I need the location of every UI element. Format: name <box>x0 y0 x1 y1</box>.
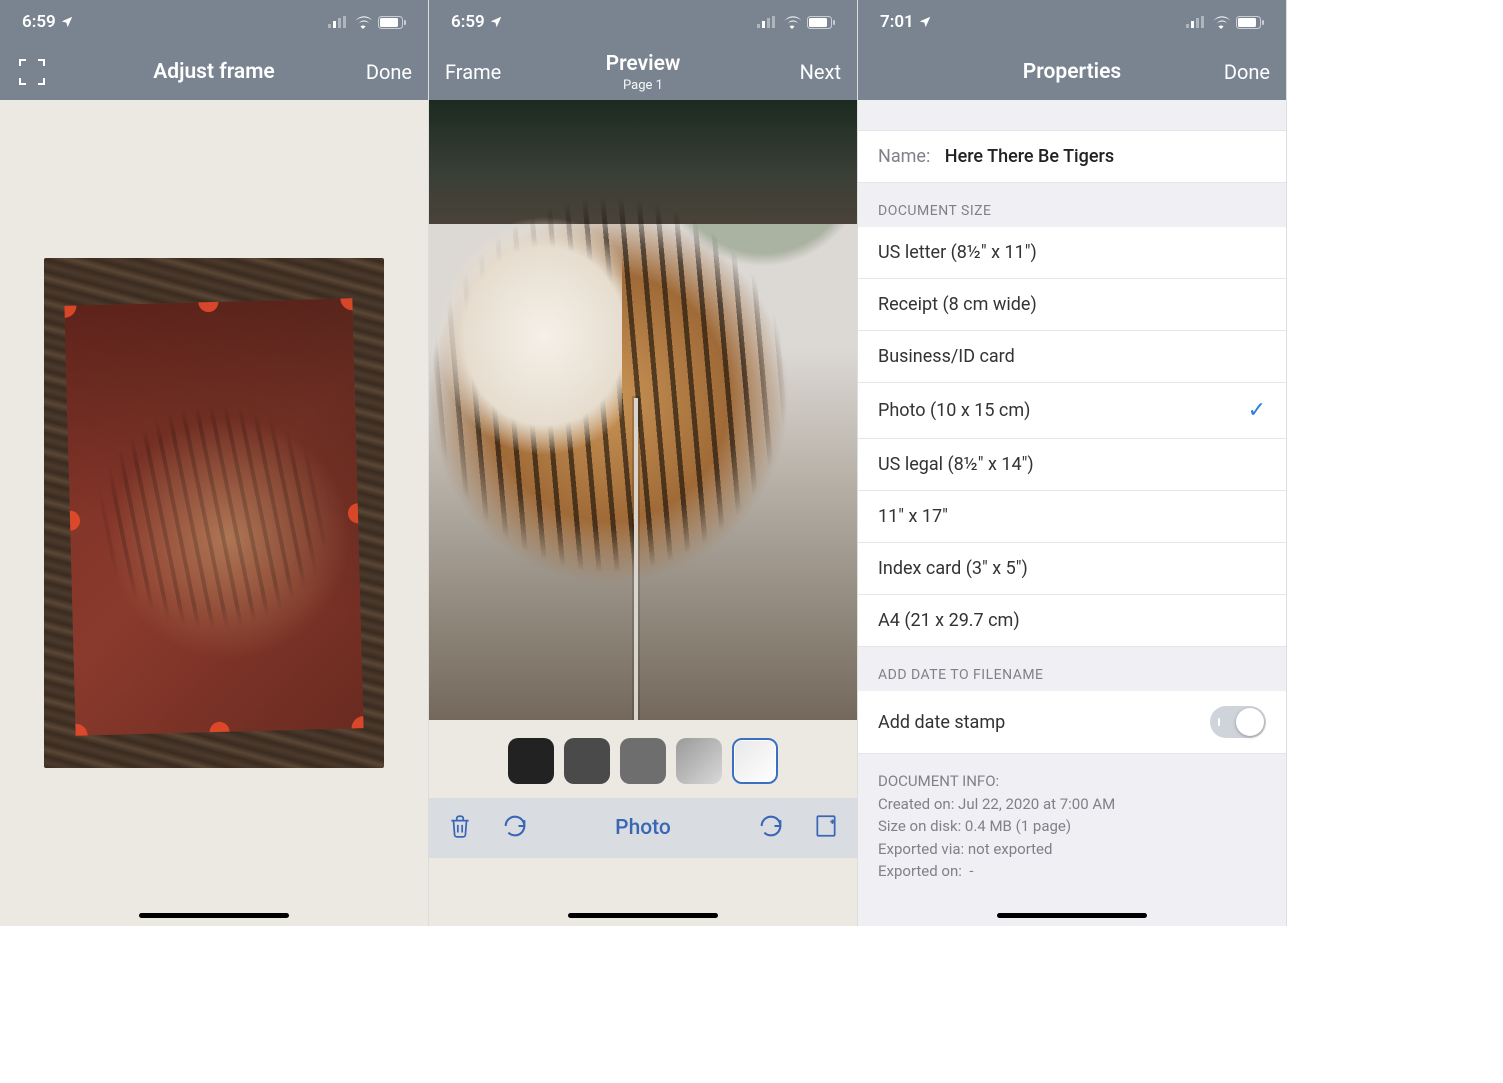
status-icons <box>1186 16 1264 29</box>
nav-title: Adjust frame <box>153 60 274 84</box>
rotate-left-button[interactable] <box>501 815 529 841</box>
filter-swatch-2[interactable] <box>564 738 610 784</box>
home-indicator[interactable] <box>997 913 1147 918</box>
preview-body: Photo <box>429 100 857 926</box>
nav-bar: Frame Preview Page 1 Next <box>429 44 857 100</box>
info-header: DOCUMENT INFO: <box>878 770 1266 793</box>
screen-preview: 6:59 Frame Preview Page 1 Next <box>429 0 858 926</box>
size-option[interactable]: 11" x 17" <box>858 491 1286 543</box>
location-icon <box>60 15 74 29</box>
add-date-label: Add date stamp <box>878 712 1005 733</box>
photo-on-table <box>44 258 384 768</box>
preview-image[interactable] <box>429 100 857 720</box>
wifi-icon <box>783 16 801 29</box>
size-option[interactable]: A4 (21 x 29.7 cm) <box>858 595 1286 647</box>
size-option-label: A4 (21 x 29.7 cm) <box>878 610 1020 631</box>
nav-title: Properties <box>1023 60 1121 84</box>
wifi-icon <box>1212 16 1230 29</box>
crop-handle-top[interactable] <box>198 298 219 312</box>
wifi-icon <box>354 16 372 29</box>
bottom-toolbar: Photo <box>429 798 857 858</box>
nav-bar: Properties Done <box>858 44 1286 100</box>
crop-handle-top-left[interactable] <box>64 298 76 318</box>
battery-icon <box>378 16 406 29</box>
size-option-label: 11" x 17" <box>878 506 948 527</box>
size-option-label: Photo (10 x 15 cm) <box>878 400 1030 421</box>
filter-mode-button[interactable]: Photo <box>529 816 757 840</box>
location-icon <box>489 15 503 29</box>
rotate-right-button[interactable] <box>757 815 785 841</box>
battery-icon <box>1236 16 1264 29</box>
filter-swatch-3[interactable] <box>620 738 666 784</box>
nav-bar: Adjust frame Done <box>0 44 428 100</box>
crop-handle-bottom[interactable] <box>209 722 230 736</box>
section-document-size: DOCUMENT SIZE <box>858 183 1286 227</box>
info-size: Size on disk: 0.4 MB (1 page) <box>878 815 1266 838</box>
nav-subtitle: Page 1 <box>623 78 663 93</box>
name-label: Name: <box>878 146 930 167</box>
home-indicator[interactable] <box>568 913 718 918</box>
add-date-stamp-row[interactable]: Add date stamp <box>858 691 1286 754</box>
status-icons <box>757 16 835 29</box>
frame-back-button[interactable]: Frame <box>445 60 501 84</box>
status-icons <box>328 16 406 29</box>
name-row[interactable]: Name: Here There Be Tigers <box>858 130 1286 183</box>
status-time: 6:59 <box>22 12 56 32</box>
name-value: Here There Be Tigers <box>945 146 1114 167</box>
size-option[interactable]: Receipt (8 cm wide) <box>858 279 1286 331</box>
status-bar: 6:59 <box>429 0 857 44</box>
signal-icon <box>757 16 777 28</box>
battery-icon <box>807 16 835 29</box>
crop-handle-top-right[interactable] <box>340 298 364 310</box>
crop-handle-bottom-left[interactable] <box>64 723 88 735</box>
checkmark-icon: ✓ <box>1248 398 1266 423</box>
done-button[interactable]: Done <box>366 60 412 84</box>
home-indicator[interactable] <box>139 913 289 918</box>
filter-row <box>429 720 857 798</box>
add-date-toggle[interactable] <box>1210 706 1266 738</box>
info-exported-via: Exported via: not exported <box>878 838 1266 861</box>
screen-properties: 7:01 Properties Done Name: Here There Be… <box>858 0 1287 926</box>
filter-swatch-5-selected[interactable] <box>732 738 778 784</box>
crop-handle-bottom-right[interactable] <box>351 716 363 736</box>
size-option-label: Index card (3" x 5") <box>878 558 1028 579</box>
signal-icon <box>328 16 348 28</box>
trash-button[interactable] <box>447 812 473 844</box>
location-icon <box>918 15 932 29</box>
section-add-date: ADD DATE TO FILENAME <box>858 647 1286 691</box>
adjust-frame-canvas[interactable] <box>0 100 428 926</box>
crop-handle-right[interactable] <box>348 503 364 524</box>
size-option-label: US letter (8½" x 11") <box>878 242 1037 263</box>
size-option[interactable]: US letter (8½" x 11") <box>858 227 1286 279</box>
size-option[interactable]: Business/ID card <box>858 331 1286 383</box>
status-bar: 7:01 <box>858 0 1286 44</box>
done-button[interactable]: Done <box>1224 60 1270 84</box>
screen-adjust-frame: 6:59 Adjust frame Done <box>0 0 429 926</box>
size-option-label: Receipt (8 cm wide) <box>878 294 1037 315</box>
properties-body[interactable]: Name: Here There Be Tigers DOCUMENT SIZE… <box>858 100 1286 926</box>
filter-swatch-1[interactable] <box>508 738 554 784</box>
document-info: DOCUMENT INFO: Created on: Jul 22, 2020 … <box>858 754 1286 899</box>
size-option[interactable]: Photo (10 x 15 cm) ✓ <box>858 383 1286 439</box>
size-option-label: Business/ID card <box>878 346 1015 367</box>
expand-frame-button[interactable] <box>16 56 96 88</box>
size-option-label: US legal (8½" x 14") <box>878 454 1034 475</box>
filter-swatch-4[interactable] <box>676 738 722 784</box>
info-created: Created on: Jul 22, 2020 at 7:00 AM <box>878 793 1266 816</box>
status-time: 7:01 <box>880 12 914 32</box>
info-exported-on: Exported on: - <box>878 860 1266 883</box>
size-option[interactable]: Index card (3" x 5") <box>858 543 1286 595</box>
crop-rectangle[interactable] <box>64 298 363 735</box>
crop-handle-left[interactable] <box>64 511 80 532</box>
add-page-button[interactable] <box>813 812 839 844</box>
nav-title: Preview <box>606 52 681 76</box>
status-bar: 6:59 <box>0 0 428 44</box>
size-option[interactable]: US legal (8½" x 14") <box>858 439 1286 491</box>
signal-icon <box>1186 16 1206 28</box>
next-button[interactable]: Next <box>800 60 841 84</box>
status-time: 6:59 <box>451 12 485 32</box>
